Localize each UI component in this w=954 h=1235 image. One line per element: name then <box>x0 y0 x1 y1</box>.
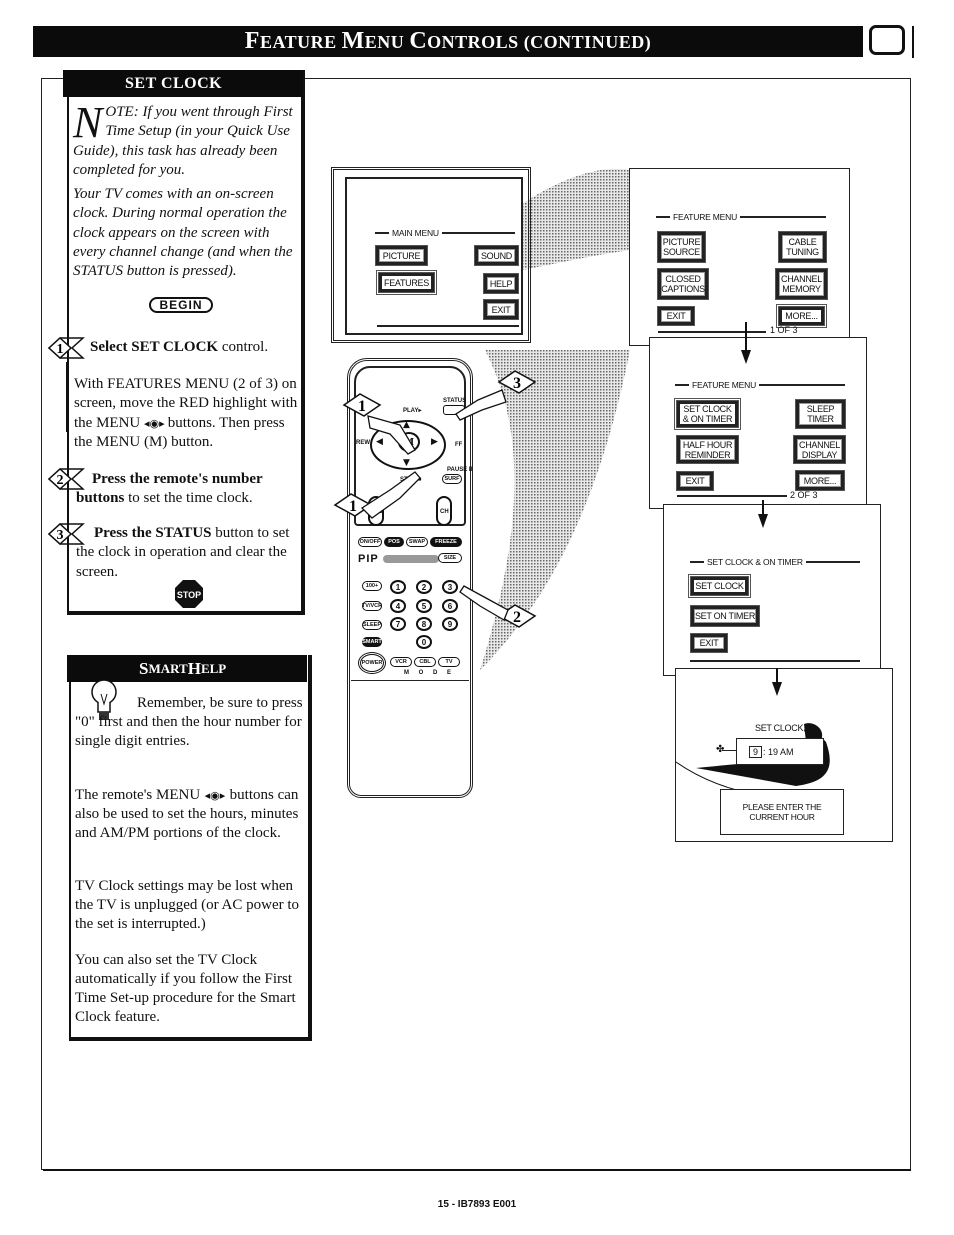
stop-sign-icon: STOP <box>174 579 204 609</box>
step-1-heading: Select SET CLOCK control. <box>90 339 269 355</box>
smart-button[interactable]: SMART <box>362 637 382 647</box>
osd-features-button[interactable]: FEATURES <box>378 272 435 293</box>
osd-channel-memory-button[interactable]: CHANNEL MEMORY <box>775 268 828 300</box>
step-3-text: Press the STATUS button to set the clock… <box>76 525 290 580</box>
enter-hour-prompt: PLEASE ENTER THE CURRENT HOUR <box>720 789 844 835</box>
feature-menu-2-label: FEATURE MENU <box>675 380 845 390</box>
note-text: N OTE: If you went through First Time Set… <box>73 98 301 287</box>
smart-help-tip-1: Remember, be sure to press "0" first and… <box>75 695 303 749</box>
page-number: 15 - IB7893 E001 <box>437 1199 517 1210</box>
footer-rule <box>43 1169 911 1171</box>
tv-screen-icon <box>869 25 905 55</box>
begin-badge: BEGIN <box>149 297 213 313</box>
intro-text: Your TV comes with an on-screen clock. D… <box>73 186 293 280</box>
osd-exit-button[interactable]: EXIT <box>690 633 728 653</box>
osd-set-on-timer-button[interactable]: SET ON TIMER <box>690 605 760 627</box>
osd-set-clock-button[interactable]: SET CLOCK <box>690 576 749 596</box>
step-1-body: With FEATURES MENU (2 of 3) on screen, m… <box>74 376 298 450</box>
set-clock-timer-label: SET CLOCK & ON TIMER <box>690 557 860 567</box>
step-1-marker-icon: 1 <box>47 336 85 360</box>
feature-menu-2-rule <box>677 495 787 497</box>
osd-picture-source-button[interactable]: PICTURE SOURCE <box>657 231 706 263</box>
osd-sound-button[interactable]: SOUND <box>474 245 519 266</box>
osd-sleep-timer-button[interactable]: SLEEP TIMER <box>795 399 846 429</box>
smart-help-tip-2: The remote's MENU ◂◉▸ buttons can also b… <box>75 787 299 841</box>
svg-text:3: 3 <box>513 375 521 392</box>
hour-input[interactable]: 9 <box>749 745 763 758</box>
power-button[interactable]: POWER <box>358 652 386 674</box>
osd-cable-tuning-button[interactable]: CABLE TUNING <box>778 231 827 263</box>
svg-text:2: 2 <box>513 609 521 626</box>
pointing-hands-graphic <box>360 389 509 621</box>
osd-picture-button[interactable]: PICTURE <box>375 245 428 266</box>
osd-more-button[interactable]: MORE... <box>778 306 825 326</box>
step-2-text: Press the remote's number buttons to set… <box>76 471 263 507</box>
svg-text:2: 2 <box>57 473 64 488</box>
set-clock-title: SET CLOCK <box>63 70 303 97</box>
flow-arrow-down-icon <box>741 350 751 364</box>
set-clock-screen-label: SET CLOCK <box>755 723 804 733</box>
svg-text:1: 1 <box>349 498 357 515</box>
osd-more-button[interactable]: MORE... <box>795 470 845 491</box>
smart-help-tip-3: TV Clock settings may be lost when the T… <box>75 878 300 932</box>
feature-menu-1-page: 1 OF 3 <box>770 325 798 335</box>
mode-vcr-button[interactable]: VCR <box>390 657 412 667</box>
smart-help-tip-4: You can also set the TV Clock automatica… <box>75 952 296 1025</box>
menu-dpad-icon: ◂◉▸ <box>204 789 226 802</box>
remote-divider <box>351 680 469 681</box>
main-menu-rule <box>377 325 519 327</box>
osd-exit-button[interactable]: EXIT <box>483 299 519 320</box>
menu-dpad-icon: ◂◉▸ <box>144 416 165 430</box>
osd-closed-captions-button[interactable]: CLOSED CAPTIONS <box>657 268 709 300</box>
mode-cbl-button[interactable]: CBL <box>414 657 436 667</box>
feature-menu-2-page: 2 OF 3 <box>790 490 818 500</box>
step-1-number: 1 <box>57 342 64 357</box>
set-clock-timer-rule <box>690 660 860 662</box>
feature-menu-1-rule <box>658 331 766 333</box>
header-divider <box>912 26 914 58</box>
osd-set-clock-on-timer-button[interactable]: SET CLOCK & ON TIMER <box>676 400 739 428</box>
mode-tv-button[interactable]: TV <box>438 657 460 667</box>
time-entry-box: 9: 19 AM <box>736 738 824 765</box>
osd-help-button[interactable]: HELP <box>483 273 519 294</box>
svg-text:STOP: STOP <box>177 590 201 600</box>
feature-menu-1-label: FEATURE MENU <box>656 212 826 222</box>
osd-exit-button[interactable]: EXIT <box>657 306 695 326</box>
svg-text:3: 3 <box>57 528 64 543</box>
time-rest: : 19 AM <box>763 746 794 757</box>
flow-arrow-down-icon <box>758 514 768 528</box>
flow-arrow-down-icon <box>772 682 782 696</box>
mode-label: M O D E <box>404 670 456 676</box>
main-menu-label: MAIN MENU <box>375 228 515 238</box>
osd-channel-display-button[interactable]: CHANNEL DISPLAY <box>793 435 846 464</box>
pointer-knob-icon: ✤ <box>716 744 725 755</box>
osd-exit-button[interactable]: EXIT <box>676 471 714 491</box>
note-dropcap: N <box>73 98 103 147</box>
header-title: FEATURE MENU CONTROLS (CONTINUED) <box>244 28 652 54</box>
number-button-0[interactable]: 0 <box>416 635 432 649</box>
osd-half-hour-reminder-button[interactable]: HALF HOUR REMINDER <box>676 435 739 464</box>
page-header: FEATURE MENU CONTROLS (CONTINUED) <box>33 26 863 57</box>
step-1-rule <box>66 362 68 432</box>
